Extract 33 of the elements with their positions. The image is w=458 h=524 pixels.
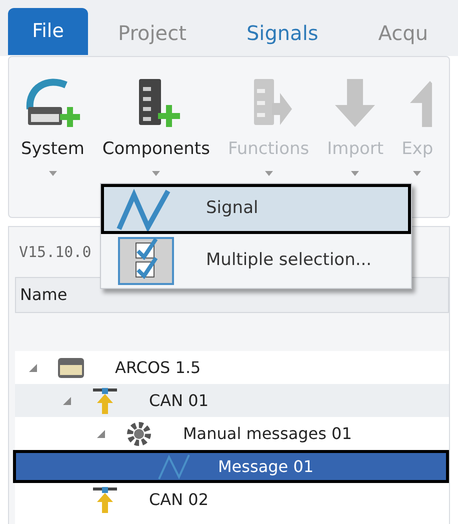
system-add-icon [26, 77, 80, 129]
expand-triangle-icon[interactable] [29, 364, 37, 372]
expand-triangle-icon[interactable] [63, 396, 71, 404]
gear-icon [126, 420, 152, 446]
file-tab[interactable]: File [8, 8, 88, 55]
caret-icon [152, 170, 160, 176]
checklist-icon [118, 237, 174, 285]
ribbon-button-label: Import [327, 138, 384, 161]
menu-item[interactable]: Signal [101, 184, 411, 234]
caret-icon [264, 170, 273, 176]
column-header[interactable]: Name [16, 283, 68, 307]
caret-icon [413, 170, 422, 176]
tree-row[interactable]: Message 01 [13, 450, 449, 483]
version-label: V15.10.0 [19, 242, 92, 263]
ribbon-button[interactable]: Components [96, 75, 216, 176]
expand-triangle-icon[interactable] [97, 430, 105, 438]
wave-icon [157, 452, 191, 480]
ribbon-button-label: Functions [228, 138, 310, 161]
tree-row[interactable]: Manual messages 01 [15, 417, 449, 450]
tree-row[interactable]: ARCOS 1.5 [15, 351, 449, 384]
ribbon-tab[interactable]: Signals [216, 9, 348, 56]
caret-icon [351, 170, 360, 176]
menu-item[interactable]: Multiple selection... [101, 234, 411, 288]
device-icon [56, 356, 86, 380]
ribbon-button-label: Exp [402, 138, 434, 161]
connector-arrow-icon [92, 386, 118, 414]
tree-row[interactable]: CAN 01 [15, 384, 449, 417]
connector-arrow-icon [92, 486, 118, 514]
ribbon-button-label: System [21, 138, 84, 161]
ribbon-button-label: Components [102, 138, 210, 161]
tree-row[interactable]: CAN 02 [15, 483, 449, 516]
ribbon-button[interactable]: System [15, 75, 90, 176]
caret-icon [48, 170, 57, 176]
